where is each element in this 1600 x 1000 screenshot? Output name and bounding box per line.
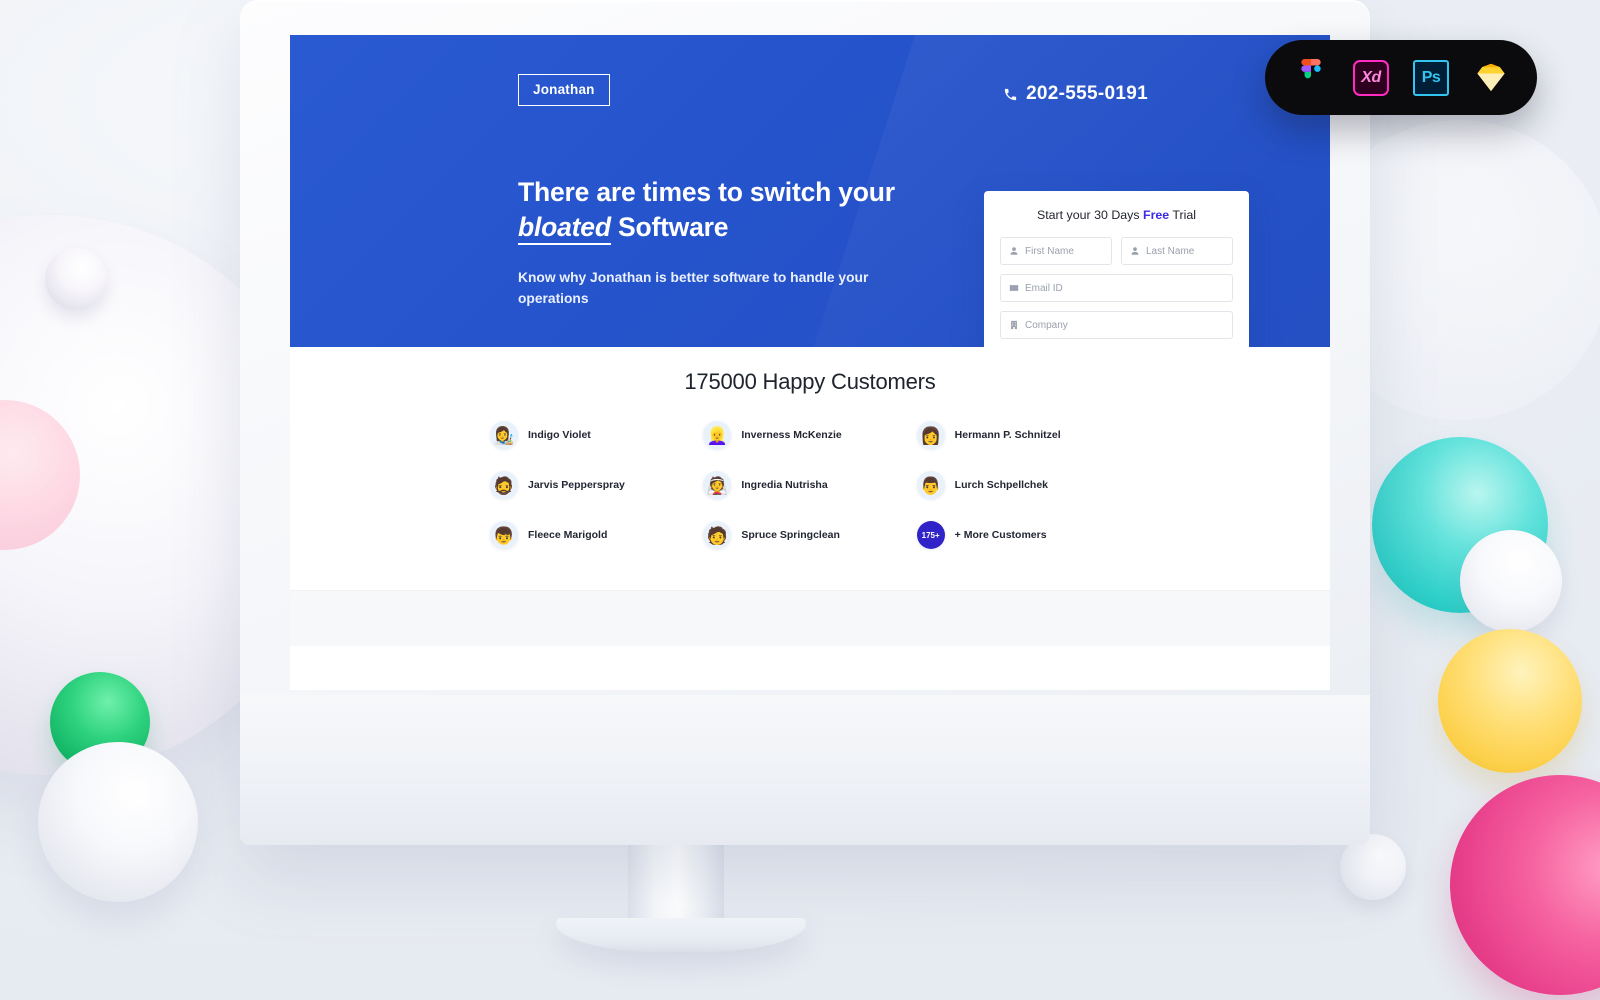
person-icon <box>1131 247 1139 255</box>
hero-section: Jonathan 202-555-0191 There are times to… <box>290 35 1330 347</box>
customer-item: 👩 Hermann P. Schnitzel <box>916 421 1130 449</box>
envelope-icon <box>1009 285 1019 291</box>
hero-heading: There are times to switch your bloated S… <box>518 175 938 245</box>
phone-number: 202-555-0191 <box>1026 83 1148 104</box>
customer-name: Jarvis Pepperspray <box>528 479 625 491</box>
trial-signup-card: Start your 30 Days Free Trial First Name… <box>984 191 1249 347</box>
hero-subheading: Know why Jonathan is better software to … <box>518 269 869 307</box>
avatar-face: 👦 <box>493 526 515 546</box>
avatar-face: 🧑 <box>706 526 728 546</box>
customer-item: 👱‍♀️ Inverness McKenzie <box>703 421 916 449</box>
customer-name: Spruce Springclean <box>741 529 840 541</box>
customer-item: 👨 Lurch Schpellchek <box>916 471 1130 499</box>
avatar: 👰 <box>703 471 732 499</box>
hero-heading-emphasis: bloated <box>518 211 611 245</box>
company-row: Company <box>1000 311 1233 339</box>
avatar: 🧑 <box>703 521 732 549</box>
customer-name: Lurch Schpellchek <box>954 479 1049 491</box>
avatar: 👨 <box>916 471 945 499</box>
email-row: Email ID <box>1000 274 1233 302</box>
customer-item: 🧑 Spruce Springclean <box>703 521 916 549</box>
monitor-chin <box>240 695 1370 845</box>
card-title-highlight: Free <box>1143 208 1170 222</box>
avatar-face: 🧔 <box>493 476 515 496</box>
customer-name: Hermann P. Schnitzel <box>954 429 1061 441</box>
person-icon <box>1010 247 1018 255</box>
landing-page: Jonathan 202-555-0191 There are times to… <box>290 35 1330 690</box>
avatar-face: 👩‍🎨 <box>493 426 515 446</box>
monitor-frame: Jonathan 202-555-0191 There are times to… <box>240 0 1370 845</box>
decorative-sphere-pink <box>1450 775 1600 995</box>
avatar: 🧔 <box>490 471 518 499</box>
avatar-face: 👱‍♀️ <box>706 426 728 446</box>
design-tool-badges: Xd Ps <box>1265 40 1537 115</box>
phone-link[interactable]: 202-555-0191 <box>1003 83 1148 105</box>
first-name-placeholder: First Name <box>1025 245 1074 257</box>
customer-item: 🧔 Jarvis Pepperspray <box>490 471 703 499</box>
hero-heading-line2-rest: Software <box>610 211 729 242</box>
avatar-face: 👰 <box>706 476 728 496</box>
brand-logo[interactable]: Jonathan <box>518 74 610 106</box>
customers-title: 175000 Happy Customers <box>684 369 936 394</box>
hero-copy: There are times to switch your bloated S… <box>518 175 938 310</box>
company-field[interactable]: Company <box>1000 311 1233 339</box>
last-name-placeholder: Last Name <box>1146 245 1195 257</box>
first-name-field[interactable]: First Name <box>1000 237 1112 265</box>
customer-item: 👰 Ingredia Nutrisha <box>703 471 916 499</box>
monitor-neck <box>628 845 724 927</box>
customer-name: Fleece Marigold <box>528 529 608 541</box>
decorative-sphere-small-white <box>45 248 107 310</box>
name-row: First Name Last Name <box>1000 237 1233 265</box>
phone-icon <box>1004 88 1017 100</box>
customer-name: Ingredia Nutrisha <box>741 479 828 491</box>
decorative-sphere-white-right <box>1460 530 1562 632</box>
last-name-field[interactable]: Last Name <box>1121 237 1233 265</box>
avatar-face: 👨 <box>920 476 942 496</box>
email-field[interactable]: Email ID <box>1000 274 1233 302</box>
figma-icon[interactable] <box>1292 58 1330 97</box>
decorative-sphere-yellow <box>1438 629 1582 773</box>
customer-name: Inverness McKenzie <box>741 429 842 441</box>
card-title-prefix: Start your 30 Days <box>1036 208 1143 222</box>
customers-section: 175000 Happy Customers 👩‍🎨 Indigo Violet 👱… <box>290 347 1330 590</box>
more-customers-item[interactable]: 175+ + More Customers <box>916 521 1130 549</box>
customer-item: 👩‍🎨 Indigo Violet <box>490 421 703 449</box>
more-customers-badge: 175+ <box>916 521 945 549</box>
card-title: Start your 30 Days Free Trial <box>1000 208 1233 222</box>
photoshop-icon[interactable]: Ps <box>1412 59 1450 97</box>
avatar: 👩 <box>916 421 945 449</box>
more-customers-label: + More Customers <box>954 529 1047 541</box>
footer-strip <box>290 590 1330 646</box>
avatar: 👱‍♀️ <box>703 421 732 449</box>
company-placeholder: Company <box>1025 319 1068 331</box>
email-placeholder: Email ID <box>1025 282 1063 294</box>
sketch-icon[interactable] <box>1472 59 1510 97</box>
decorative-sphere-white-bottom-left <box>38 742 198 902</box>
more-customers-count: 175+ <box>921 530 940 540</box>
adobe-xd-icon[interactable]: Xd <box>1352 59 1390 97</box>
customer-item: 👦 Fleece Marigold <box>490 521 703 549</box>
card-title-suffix: Trial <box>1169 208 1197 222</box>
avatar-face: 👩 <box>920 426 942 446</box>
hero-heading-line1: There are times to switch your <box>518 177 895 207</box>
building-icon <box>1011 320 1017 330</box>
customer-name: Indigo Violet <box>528 429 591 441</box>
monitor-screen: Jonathan 202-555-0191 There are times to… <box>290 35 1330 690</box>
customers-grid: 👩‍🎨 Indigo Violet 👱‍♀️ Inverness McKenzie 👩 H… <box>490 421 1130 549</box>
avatar: 👦 <box>490 521 518 549</box>
avatar: 👩‍🎨 <box>490 421 518 449</box>
